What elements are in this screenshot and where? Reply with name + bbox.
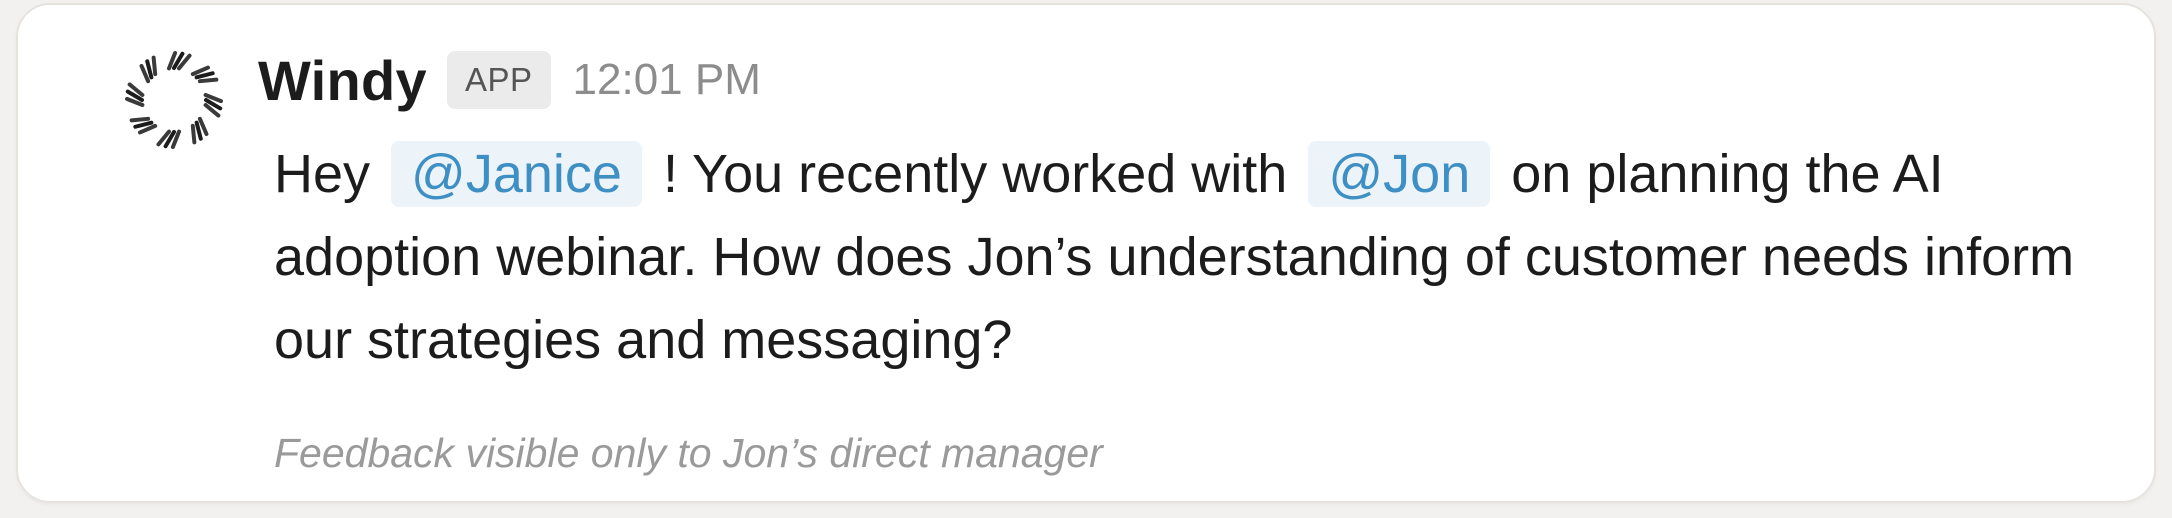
- visibility-note: Feedback visible only to Jon’s direct ma…: [274, 430, 1103, 476]
- message-header: Windy APP 12:01 PM: [258, 45, 761, 115]
- mention-jon[interactable]: @Jon: [1308, 141, 1491, 207]
- logo-stroke: [145, 59, 154, 80]
- logo-stroke: [197, 77, 219, 84]
- mention-janice[interactable]: @Janice: [391, 141, 642, 207]
- logo-stroke: [194, 120, 203, 141]
- timestamp[interactable]: 12:01 PM: [573, 55, 761, 105]
- logo-stroke: [190, 123, 197, 145]
- logo-stroke: [129, 116, 151, 123]
- message-text-start: Hey: [274, 144, 371, 204]
- message-card: Windy APP 12:01 PM Hey @Janice ! You rec…: [16, 3, 2156, 503]
- logo-stroke: [151, 55, 158, 77]
- message-text-middle: ! You recently worked with: [662, 144, 1288, 204]
- app-badge: APP: [446, 51, 551, 109]
- message-body: Hey @Janice ! You recently worked with @…: [274, 133, 2094, 382]
- windy-logo-icon[interactable]: [114, 40, 234, 160]
- logo-stroke: [194, 71, 215, 80]
- sender-name[interactable]: Windy: [258, 48, 427, 113]
- logo-stroke: [133, 120, 154, 129]
